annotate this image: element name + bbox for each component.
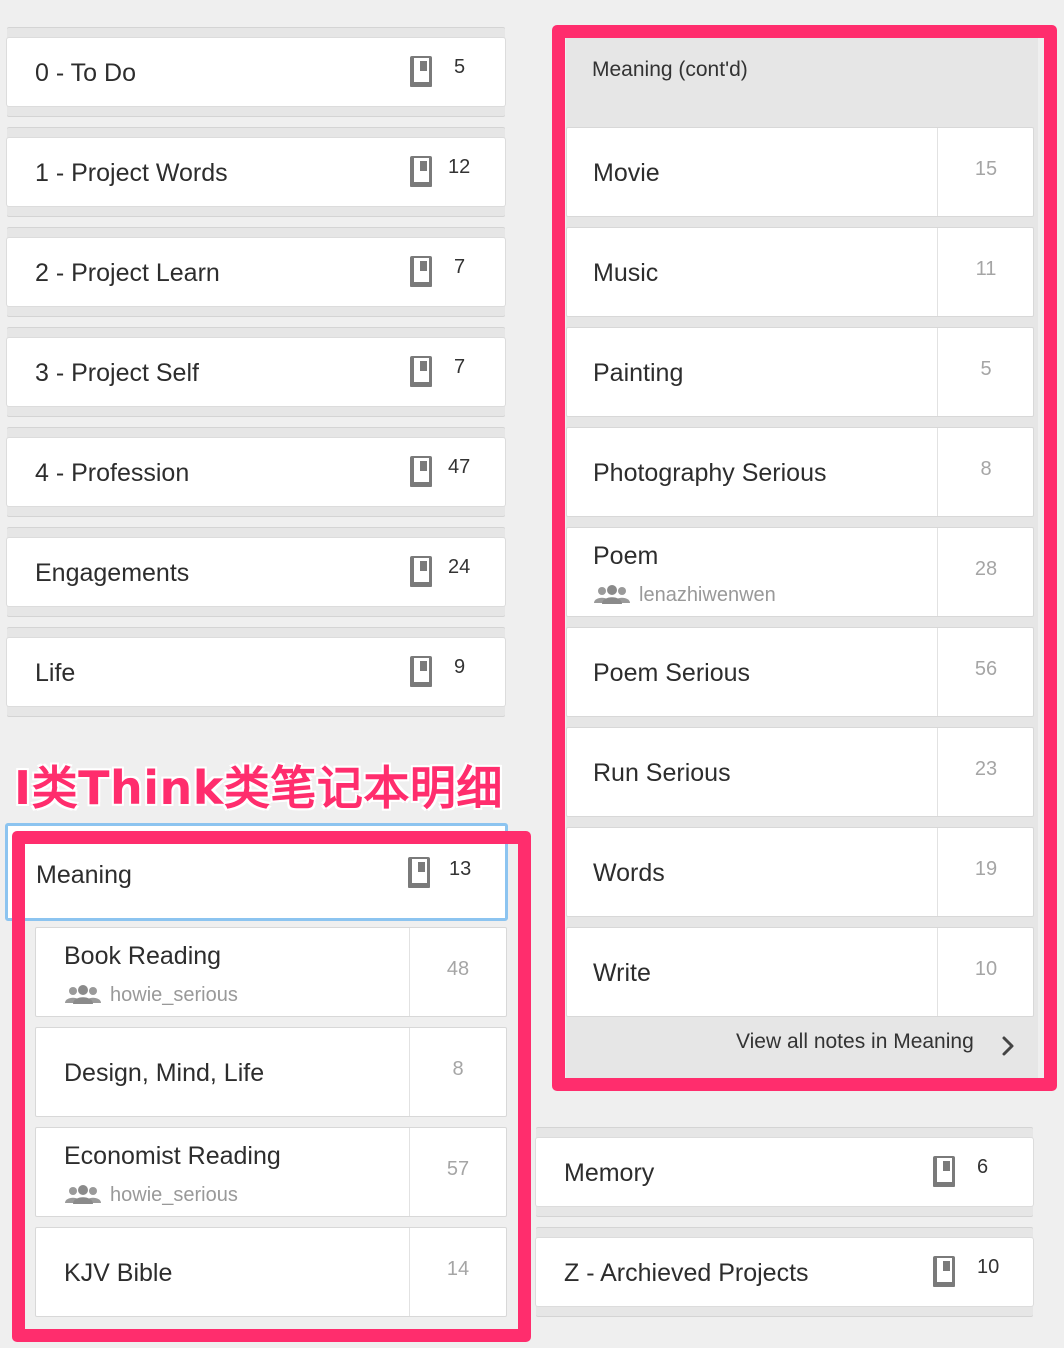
highlight-box-stack [12,831,531,1342]
note-count: 7 [454,256,466,278]
notebook-name: 3 - Project Self [35,359,199,387]
notebook-2-project-learn[interactable]: 2 - Project Learn 7 [6,237,506,307]
notebook-icon [409,555,433,588]
notebook-icon [409,455,433,488]
notebook-icon [409,255,433,288]
notebook-engagements[interactable]: Engagements 24 [6,537,506,607]
notebook-name: 1 - Project Words [35,159,228,187]
notebook-0-to-do[interactable]: 0 - To Do 5 [6,37,506,107]
notebook-memory[interactable]: Memory 6 [535,1137,1034,1207]
notebook-life[interactable]: Life 9 [6,637,506,707]
notebook-name: Z - Archieved Projects [564,1259,809,1287]
note-count: 7 [454,356,466,378]
notebook-icon [409,655,433,688]
notebook-z-archieved-projects[interactable]: Z - Archieved Projects 10 [535,1237,1034,1307]
notebook-name: Engagements [35,559,190,587]
notebook-icon [409,355,433,388]
highlight-box-continued [552,25,1057,1091]
note-count: 10 [977,1256,1000,1278]
notebook-name: 4 - Profession [35,459,190,487]
note-count: 12 [448,156,471,178]
note-count: 6 [977,1156,989,1178]
notebook-4-profession[interactable]: 4 - Profession 47 [6,437,506,507]
note-count: 9 [454,656,466,678]
notebook-name: 2 - Project Learn [35,259,220,287]
notebook-1-project-words[interactable]: 1 - Project Words 12 [6,137,506,207]
notebook-icon [409,55,433,88]
note-count: 47 [448,456,471,478]
notebook-icon [932,1255,956,1288]
annotation-label: I类Think类笔记本明细 [14,761,503,815]
notebook-name: 0 - To Do [35,59,136,87]
note-count: 5 [454,56,466,78]
notebook-name: Life [35,659,76,687]
notebook-3-project-self[interactable]: 3 - Project Self 7 [6,337,506,407]
note-count: 24 [448,556,471,578]
notebook-icon [409,155,433,188]
notebook-icon [932,1155,956,1188]
notebook-name: Memory [564,1159,655,1187]
